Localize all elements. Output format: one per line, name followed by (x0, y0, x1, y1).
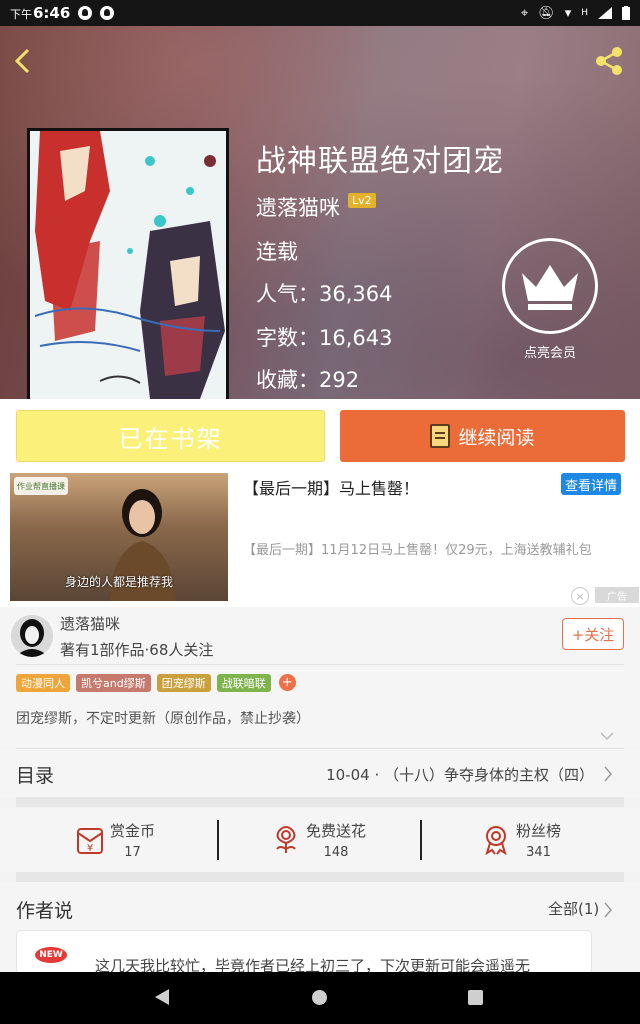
author-avatar[interactable] (11, 615, 53, 657)
book-favorites: 收藏：292 (256, 368, 360, 392)
latest-chapter: 10-04 · （十八）争夺身体的主权（四） (326, 766, 594, 784)
ad-banner[interactable]: 作业帮直播课 身边的人都是推荐我 【最后一期】马上售罄！ 查看详情 【最后一期】… (0, 473, 640, 607)
catalog-row[interactable]: 目录 10-04 · （十八）争夺身体的主权（四） (0, 748, 640, 798)
author-says-section: 作者说 全部(1) NEW 这几天我比较忙，毕竟作者已经上初三了，下次更新可能会… (0, 882, 640, 990)
reward-coins-button[interactable]: ¥ 赏金币 17 (76, 816, 155, 864)
follow-button[interactable]: +关注 (562, 618, 624, 650)
system-nav-bar (0, 972, 640, 1024)
chevron-left-icon (14, 48, 30, 74)
fan-ranking-value: 341 (526, 845, 551, 860)
vip-button[interactable] (502, 238, 598, 334)
svg-text:¥: ¥ (87, 843, 93, 854)
author-section: 遗落猫咪 著有1部作品·68人关注 +关注 动漫同人 凯兮and缪斯 团宠缪斯 … (0, 607, 640, 747)
author-level-badge: Lv2 (348, 192, 376, 208)
share-button[interactable] (594, 46, 624, 76)
ad-image-tag: 作业帮直播课 (14, 477, 68, 495)
reward-coins-label: 赏金币 (110, 822, 156, 840)
book-word-count: 字数：16,643 (256, 326, 393, 350)
vip-label: 点亮会员 (523, 346, 576, 361)
ad-mark: 广告 (595, 587, 639, 603)
fan-ranking-label: 粉丝榜 (516, 822, 562, 840)
book-cover-art (30, 131, 226, 399)
ad-title: 【最后一期】马上售罄！ (243, 479, 420, 498)
location-icon: ⌖ (520, 5, 529, 21)
book-status: 连载 (256, 240, 298, 264)
stats-row: ¥ 赏金币 17 免费送花 148 粉丝榜 341 (0, 808, 640, 872)
book-icon (430, 424, 451, 448)
ad-image-caption: 身边的人都是推荐我 (64, 575, 173, 589)
app-notification-icon (78, 6, 93, 20)
expand-intro-icon[interactable] (600, 731, 614, 741)
author-meta: 著有1部作品·68人关注 (60, 641, 214, 659)
reward-coins-value: 17 (124, 845, 141, 860)
send-flower-label: 免费送花 (306, 822, 367, 840)
tag-item[interactable]: 动漫同人 (16, 674, 70, 692)
on-shelf-button[interactable]: 已在书架 (16, 410, 325, 462)
wifi-icon: ▾ (564, 5, 572, 21)
tag-list: 动漫同人 凯兮and缪斯 团宠缪斯 战联暗联 + (16, 674, 296, 692)
coin-envelope-icon: ¥ (77, 828, 103, 854)
author-says-all-link[interactable]: 全部(1) (548, 898, 599, 919)
continue-reading-button[interactable]: 继续阅读 (340, 410, 625, 462)
send-flower-button[interactable]: 免费送花 148 (272, 816, 366, 864)
continue-reading-label: 继续阅读 (458, 426, 535, 449)
book-header: 战神联盟绝对团宠 遗落猫咪 Lv2 连载 人气：36,364 字数：16,643… (0, 26, 640, 399)
send-flower-value: 148 (323, 845, 349, 860)
nav-recent-apps-button[interactable] (468, 990, 483, 1005)
crown-icon (522, 265, 578, 310)
ad-description: 【最后一期】11月12日马上售罄！仅29元，上海送教辅礼包 (243, 543, 592, 558)
chevron-right-icon[interactable] (603, 902, 613, 918)
divider (16, 664, 624, 665)
nav-back-button[interactable] (155, 989, 169, 1005)
book-title: 战神联盟绝对团宠 (256, 144, 504, 179)
nav-home-button[interactable] (312, 990, 327, 1005)
divider (16, 748, 624, 749)
app-notification-icon (100, 6, 115, 20)
book-cover[interactable] (27, 128, 229, 399)
author-name[interactable]: 遗落猫咪 (60, 613, 120, 634)
book-author-name: 遗落猫咪 (256, 196, 340, 220)
divider (420, 820, 422, 860)
author-says-label: 作者说 (16, 900, 74, 922)
chevron-right-icon (604, 766, 612, 782)
share-icon (596, 47, 622, 75)
mute-icon: 🔕︎ (538, 5, 555, 21)
flower-icon (276, 826, 296, 853)
book-intro[interactable]: 团宠缪斯，不定时更新（原创作品，禁止抄袭） (16, 708, 310, 728)
signal-label: H (581, 8, 588, 18)
tag-item[interactable]: 战联暗联 (216, 674, 271, 692)
ad-close-button[interactable]: × (571, 587, 589, 605)
section-gap (16, 797, 624, 807)
ad-image: 作业帮直播课 身边的人都是推荐我 (10, 473, 228, 601)
avatar-image (11, 615, 53, 657)
section-gap (16, 872, 624, 882)
battery-icon (622, 6, 630, 20)
tag-item[interactable]: 团宠缪斯 (156, 674, 211, 692)
book-popularity: 人气：36,364 (256, 282, 393, 306)
back-button[interactable] (8, 44, 36, 78)
divider (217, 820, 219, 860)
fan-ranking-button[interactable]: 粉丝榜 341 (482, 816, 561, 864)
status-bar: 下午6:46 ⌖ 🔕︎ ▾ H (0, 0, 640, 26)
add-tag-button[interactable]: + (278, 674, 296, 691)
medal-icon (485, 826, 507, 855)
book-author[interactable]: 遗落猫咪 Lv2 (256, 192, 376, 222)
tag-item[interactable]: 凯兮and缪斯 (76, 674, 151, 692)
action-bar: 已在书架 继续阅读 (0, 399, 640, 473)
ad-detail-button[interactable]: 查看详情 (561, 473, 621, 495)
signal-icon (598, 7, 612, 19)
new-badge: NEW (35, 947, 67, 963)
status-time: 下午6:46 (10, 4, 71, 22)
catalog-label: 目录 (16, 765, 55, 787)
